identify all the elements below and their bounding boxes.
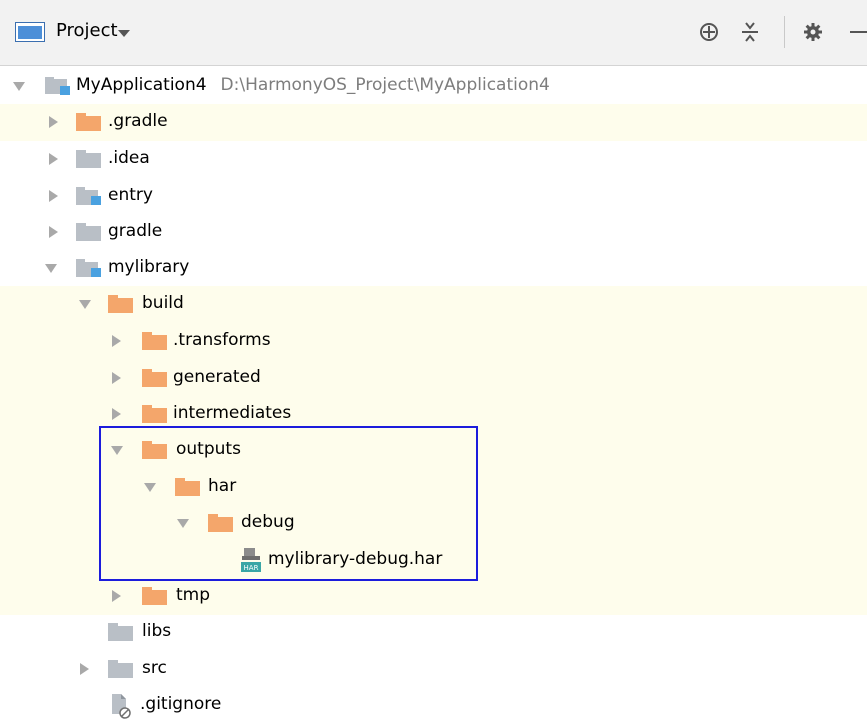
chevron-down-icon[interactable] <box>118 30 130 37</box>
folder-label: debug <box>241 512 295 532</box>
tree-row-entry[interactable]: entry <box>0 178 867 215</box>
module-folder-icon <box>76 187 101 205</box>
file-label: .gitignore <box>140 694 222 714</box>
project-window-icon[interactable] <box>15 22 45 42</box>
crosshair-icon[interactable] <box>696 18 722 46</box>
folder-label: src <box>142 658 167 678</box>
tree-row-idea[interactable]: .idea <box>0 141 867 178</box>
folder-icon <box>76 150 101 168</box>
gear-icon[interactable] <box>800 18 826 46</box>
folder-label: .transforms <box>173 330 271 350</box>
folder-icon <box>142 332 167 350</box>
har-file-icon: HAR <box>241 548 261 572</box>
folder-icon <box>76 223 101 241</box>
folder-icon <box>142 587 167 605</box>
folder-label: .gradle <box>108 111 168 131</box>
expanded-arrow-icon[interactable] <box>13 82 25 91</box>
tree-row-build[interactable]: build <box>0 286 867 323</box>
folder-label: build <box>142 293 184 313</box>
folder-label: libs <box>142 621 172 641</box>
folder-label: entry <box>108 185 153 205</box>
tree-row-har[interactable]: har <box>0 469 867 506</box>
tree-row-har-file[interactable]: HAR mylibrary-debug.har <box>0 542 867 579</box>
folder-icon <box>108 623 133 641</box>
svg-text:HAR: HAR <box>244 564 259 572</box>
folder-label: tmp <box>176 585 211 605</box>
tree-row-debug[interactable]: debug <box>0 505 867 542</box>
project-toolbar: Project <box>0 0 867 66</box>
collapsed-arrow-icon[interactable] <box>112 408 121 420</box>
module-folder-icon <box>45 77 70 95</box>
tree-row-libs[interactable]: libs <box>0 614 867 651</box>
folder-icon <box>108 660 133 678</box>
minimize-icon[interactable] <box>848 18 867 46</box>
folder-label: har <box>208 476 237 496</box>
ignored-file-icon <box>112 694 131 719</box>
file-label: mylibrary-debug.har <box>268 549 443 569</box>
folder-label: .idea <box>108 148 150 168</box>
folder-label: intermediates <box>173 403 292 423</box>
collapsed-arrow-icon[interactable] <box>49 190 58 202</box>
tree-row-generated[interactable]: generated <box>0 360 867 397</box>
expanded-arrow-icon[interactable] <box>79 300 91 309</box>
tree-row-root[interactable]: MyApplication4 D:\HarmonyOS_Project\MyApp… <box>0 68 867 105</box>
tree-row-src[interactable]: src <box>0 651 867 688</box>
collapsed-arrow-icon[interactable] <box>49 226 58 238</box>
folder-icon <box>142 369 167 387</box>
tree-row-gradle-dot[interactable]: .gradle <box>0 104 867 141</box>
folder-icon <box>142 441 167 459</box>
tree-row-intermediates[interactable]: intermediates <box>0 396 867 433</box>
root-project-path: D:\HarmonyOS_Project\MyApplication4 <box>220 75 550 95</box>
root-project-name: MyApplication4 <box>76 75 207 95</box>
tree-row-transforms[interactable]: .transforms <box>0 323 867 360</box>
folder-icon <box>108 295 133 313</box>
tree-row-tmp[interactable]: tmp <box>0 578 867 615</box>
tree-row-mylibrary[interactable]: mylibrary <box>0 250 867 287</box>
expanded-arrow-icon[interactable] <box>144 483 156 492</box>
folder-icon <box>142 405 167 423</box>
collapsed-arrow-icon[interactable] <box>49 116 58 128</box>
collapsed-arrow-icon[interactable] <box>49 153 58 165</box>
tree-row-outputs[interactable]: outputs <box>0 432 867 469</box>
tree-row-gitignore[interactable]: .gitignore <box>0 687 867 724</box>
folder-label: mylibrary <box>108 257 190 277</box>
collapsed-arrow-icon[interactable] <box>112 372 121 384</box>
collapsed-arrow-icon[interactable] <box>80 663 89 675</box>
module-folder-icon <box>76 259 101 277</box>
folder-label: outputs <box>176 439 241 459</box>
expanded-arrow-icon[interactable] <box>111 446 123 455</box>
expanded-arrow-icon[interactable] <box>177 519 189 528</box>
tree-row-gradle[interactable]: gradle <box>0 214 867 251</box>
folder-label: gradle <box>108 221 163 241</box>
folder-icon <box>208 514 233 532</box>
toolbar-divider <box>784 16 785 48</box>
project-view-title[interactable]: Project <box>56 20 118 41</box>
collapsed-arrow-icon[interactable] <box>112 590 121 602</box>
collapse-all-icon[interactable] <box>737 18 763 46</box>
expanded-arrow-icon[interactable] <box>45 264 57 273</box>
folder-icon <box>76 113 101 131</box>
collapsed-arrow-icon[interactable] <box>112 335 121 347</box>
folder-label: generated <box>173 367 261 387</box>
folder-icon <box>175 478 200 496</box>
